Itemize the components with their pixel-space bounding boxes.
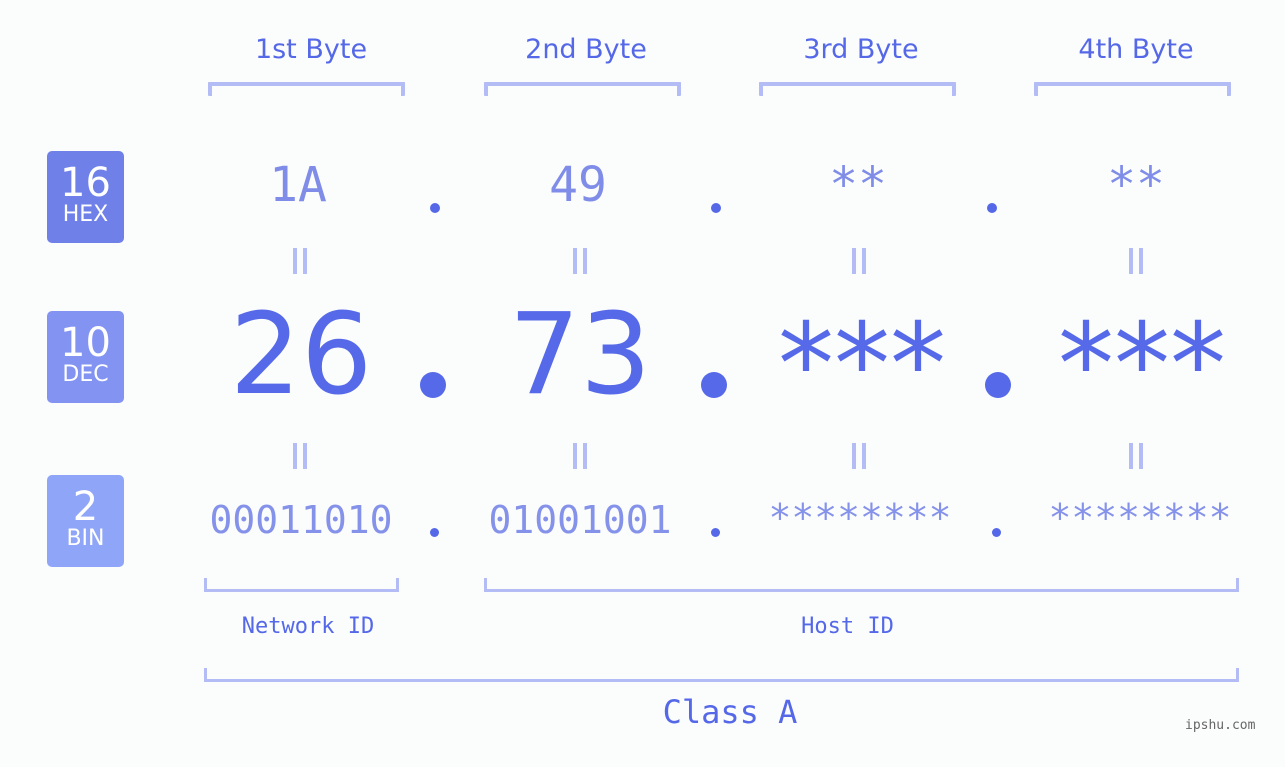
bin-dot-2 xyxy=(711,528,720,537)
dec-label: DEC xyxy=(62,362,109,387)
bin-value-1: 00011010 xyxy=(209,498,393,542)
byte-bracket-2 xyxy=(484,82,681,96)
equals-icon xyxy=(1129,248,1143,274)
dec-value-4: *** xyxy=(1058,300,1226,430)
bin-value-4: ******** xyxy=(1048,496,1232,540)
dec-dot-2 xyxy=(701,372,727,398)
equals-icon xyxy=(852,248,866,274)
dec-base: 10 xyxy=(60,320,111,366)
bin-badge: 2 BIN xyxy=(47,475,124,567)
hex-value-1: 1A xyxy=(269,157,327,213)
equals-icon xyxy=(293,248,307,274)
class-bracket xyxy=(204,668,1239,682)
bin-dot-1 xyxy=(430,528,439,537)
byte-header-1: 1st Byte xyxy=(254,34,368,65)
host-id-label: Host ID xyxy=(801,614,894,639)
class-label: Class A xyxy=(662,693,798,731)
byte-header-4: 4th Byte xyxy=(1078,34,1194,65)
bin-value-2: 01001001 xyxy=(488,498,672,542)
hex-value-4: ** xyxy=(1107,157,1165,213)
dec-badge: 10 DEC xyxy=(47,311,124,403)
hex-dot-2 xyxy=(711,203,721,213)
network-id-label: Network ID xyxy=(241,614,375,639)
hex-value-2: 49 xyxy=(549,157,607,213)
equals-icon xyxy=(573,443,587,469)
equals-icon xyxy=(1129,443,1143,469)
bin-base: 2 xyxy=(72,484,99,530)
dec-value-3: *** xyxy=(778,300,946,430)
bin-value-3: ******** xyxy=(768,496,952,540)
equals-icon xyxy=(573,248,587,274)
network-id-bracket xyxy=(204,578,399,592)
dec-dot-1 xyxy=(420,372,446,398)
hex-dot-1 xyxy=(430,203,440,213)
bin-dot-3 xyxy=(992,528,1001,537)
hex-dot-3 xyxy=(987,203,997,213)
byte-header-2: 2nd Byte xyxy=(525,34,647,65)
watermark: ipshu.com xyxy=(1185,718,1256,733)
hex-base: 16 xyxy=(60,160,111,206)
dec-dot-3 xyxy=(985,372,1011,398)
host-id-bracket xyxy=(484,578,1239,592)
byte-bracket-4 xyxy=(1034,82,1231,96)
equals-icon xyxy=(852,443,866,469)
hex-value-3: ** xyxy=(829,157,887,213)
byte-bracket-3 xyxy=(759,82,956,96)
dec-value-1: 26 xyxy=(229,290,373,420)
byte-bracket-1 xyxy=(208,82,405,96)
byte-header-3: 3rd Byte xyxy=(803,34,919,65)
bin-label: BIN xyxy=(66,526,105,551)
hex-badge: 16 HEX xyxy=(47,151,124,243)
hex-label: HEX xyxy=(62,202,109,227)
dec-value-2: 73 xyxy=(508,290,652,420)
equals-icon xyxy=(293,443,307,469)
